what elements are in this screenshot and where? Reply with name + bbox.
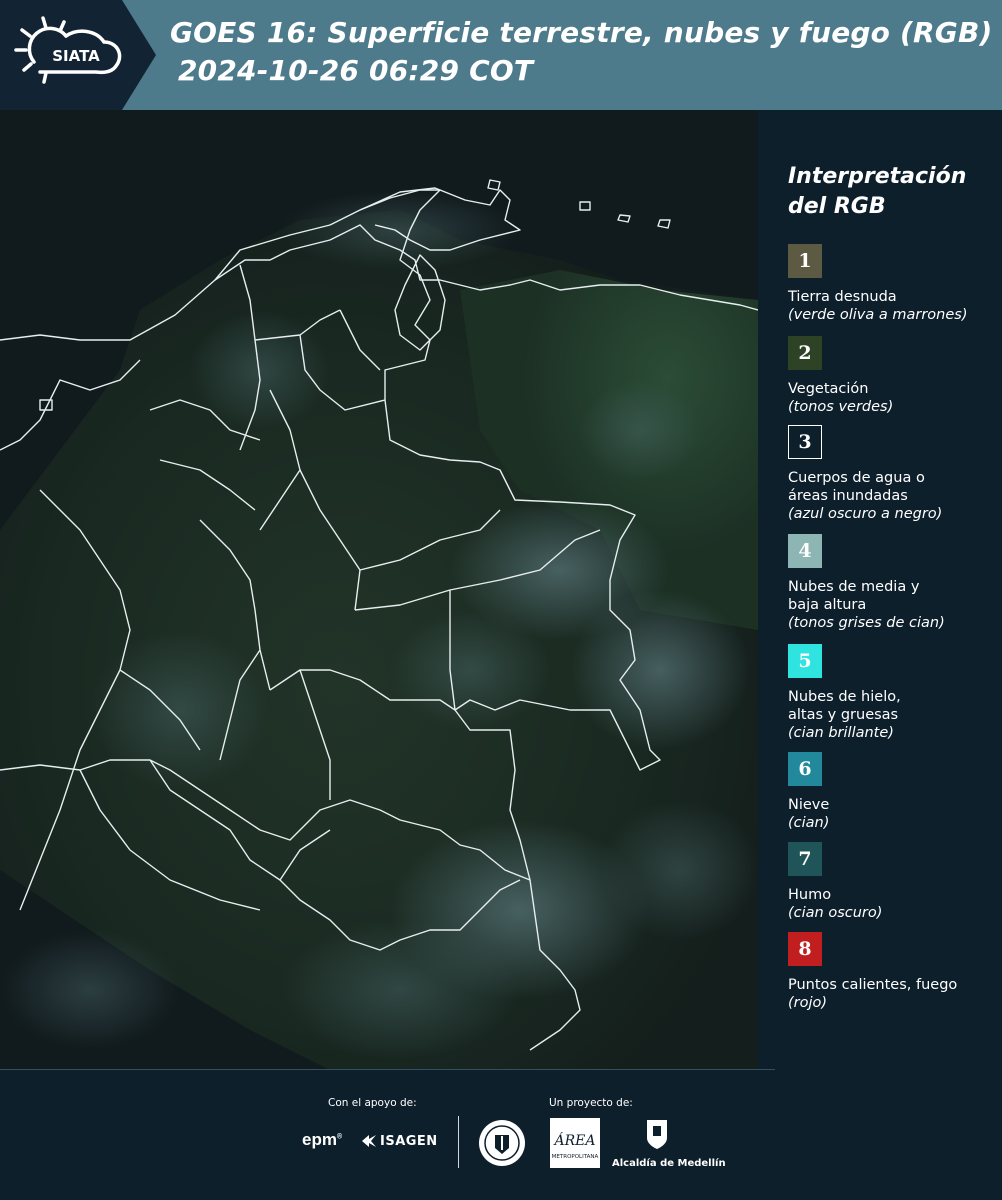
legend-swatch-5: 5: [788, 644, 822, 678]
legend-label-1-line1: Tierra desnuda: [788, 289, 897, 305]
escudo-medellin-icon: [647, 1120, 667, 1149]
legend-num-6: 6: [798, 758, 812, 780]
area-metropolitana-logo: ÁREA METROPOLITANA: [550, 1118, 600, 1168]
legend-label-8-line1: Puntos calientes, fuego: [788, 977, 958, 993]
legend-label-2: Vegetación: [788, 380, 998, 398]
legend-item-4: 4 Nubes de media y baja altura (tonos gr…: [788, 534, 998, 632]
legend-label-8: Puntos calientes, fuego: [788, 976, 998, 994]
siata-brand-text: SIATA: [52, 47, 100, 65]
legend-label-4: Nubes de media y baja altura: [788, 578, 998, 614]
legend-title: Interpretación del RGB: [788, 162, 988, 222]
isagen-logo: ISAGEN: [360, 1133, 438, 1149]
title-product: GOES 16: Superficie terrestre, nubes y f…: [170, 16, 993, 49]
support-label: Con el apoyo de:: [328, 1097, 417, 1109]
legend-desc-7: (cian oscuro): [788, 905, 883, 921]
legend-label-7-line1: Humo: [788, 887, 832, 903]
alcaldia-label: Alcaldía de Medellín: [612, 1158, 726, 1169]
legend-label-6: Nieve: [788, 796, 998, 814]
epm-text: epm: [302, 1130, 337, 1149]
header-banner: SIATA GOES 16: Superficie terrestre, nub…: [0, 0, 1002, 110]
universidad-seal-icon: [479, 1120, 525, 1166]
legend-item-3: 3 Cuerpos de agua o áreas inundadas (azu…: [788, 425, 998, 523]
title-datetime: 2024-10-26 06:29 COT: [178, 54, 534, 87]
svg-text:METROPOLITANA: METROPOLITANA: [552, 1154, 599, 1160]
legend-label-5: Nubes de hielo, altas y gruesas: [788, 688, 998, 724]
legend-label-3-line2: áreas inundadas: [788, 488, 908, 504]
legend-num-3: 3: [798, 431, 812, 453]
page-title: GOES 16: Superficie terrestre, nubes y f…: [170, 14, 1000, 90]
legend-num-5: 5: [798, 650, 812, 672]
legend-swatch-3: 3: [788, 425, 822, 459]
siata-logo-band: SIATA: [0, 0, 156, 110]
legend-title-line1: Interpretación: [788, 164, 967, 189]
legend-desc-1: (verde oliva a marrones): [788, 307, 968, 323]
legend-num-8: 8: [798, 938, 812, 960]
legend-item-5: 5 Nubes de hielo, altas y gruesas (cian …: [788, 644, 998, 742]
legend-label-5-line2: altas y gruesas: [788, 707, 899, 723]
legend-swatch-2: 2: [788, 336, 822, 370]
legend-desc-4: (tonos grises de cian): [788, 615, 945, 631]
legend-label-3-line1: Cuerpos de agua o: [788, 470, 925, 486]
legend-swatch-8: 8: [788, 932, 822, 966]
legend-item-1: 1 Tierra desnuda (verde oliva a marrones…: [788, 244, 998, 324]
legend-item-6: 6 Nieve (cian): [788, 752, 998, 832]
legend-num-1: 1: [798, 250, 812, 272]
legend-desc-6: (cian): [788, 815, 830, 831]
footer-divider: [458, 1116, 459, 1168]
satellite-map[interactable]: [0, 110, 758, 1070]
epm-logo: epm®: [302, 1130, 343, 1149]
legend-label-2-line1: Vegetación: [788, 381, 869, 397]
legend-title-line2: del RGB: [788, 194, 886, 219]
legend-item-7: 7 Humo (cian oscuro): [788, 842, 998, 922]
legend-swatch-7: 7: [788, 842, 822, 876]
legend-label-4-line1: Nubes de media y: [788, 579, 920, 595]
legend-item-8: 8 Puntos calientes, fuego (rojo): [788, 932, 998, 1012]
svg-text:ÁREA: ÁREA: [553, 1131, 596, 1149]
isagen-text: ISAGEN: [380, 1133, 438, 1149]
legend-label-5-line1: Nubes de hielo,: [788, 689, 901, 705]
legend-num-7: 7: [798, 848, 812, 870]
legend-desc-8: (rojo): [788, 995, 828, 1011]
legend-label-1: Tierra desnuda: [788, 288, 998, 306]
project-label: Un proyecto de:: [549, 1097, 633, 1109]
legend-desc-5: (cian brillante): [788, 725, 894, 741]
legend-label-6-line1: Nieve: [788, 797, 830, 813]
legend-swatch-1: 1: [788, 244, 822, 278]
colombia-rgb-map: [0, 110, 758, 1070]
legend-swatch-4: 4: [788, 534, 822, 568]
legend-panel: Interpretación del RGB 1 Tierra desnuda …: [760, 110, 1002, 1070]
legend-item-2: 2 Vegetación (tonos verdes): [788, 336, 998, 416]
footer: Con el apoyo de: Un proyecto de: epm® IS…: [0, 1070, 1002, 1200]
legend-desc-3: (azul oscuro a negro): [788, 506, 943, 522]
legend-label-7: Humo: [788, 886, 998, 904]
legend-swatch-6: 6: [788, 752, 822, 786]
legend-num-2: 2: [798, 342, 812, 364]
legend-label-3: Cuerpos de agua o áreas inundadas: [788, 469, 998, 505]
legend-num-4: 4: [798, 540, 812, 562]
legend-desc-2: (tonos verdes): [788, 399, 894, 415]
isagen-mark-icon: [362, 1135, 376, 1147]
legend-label-4-line2: baja altura: [788, 597, 867, 613]
